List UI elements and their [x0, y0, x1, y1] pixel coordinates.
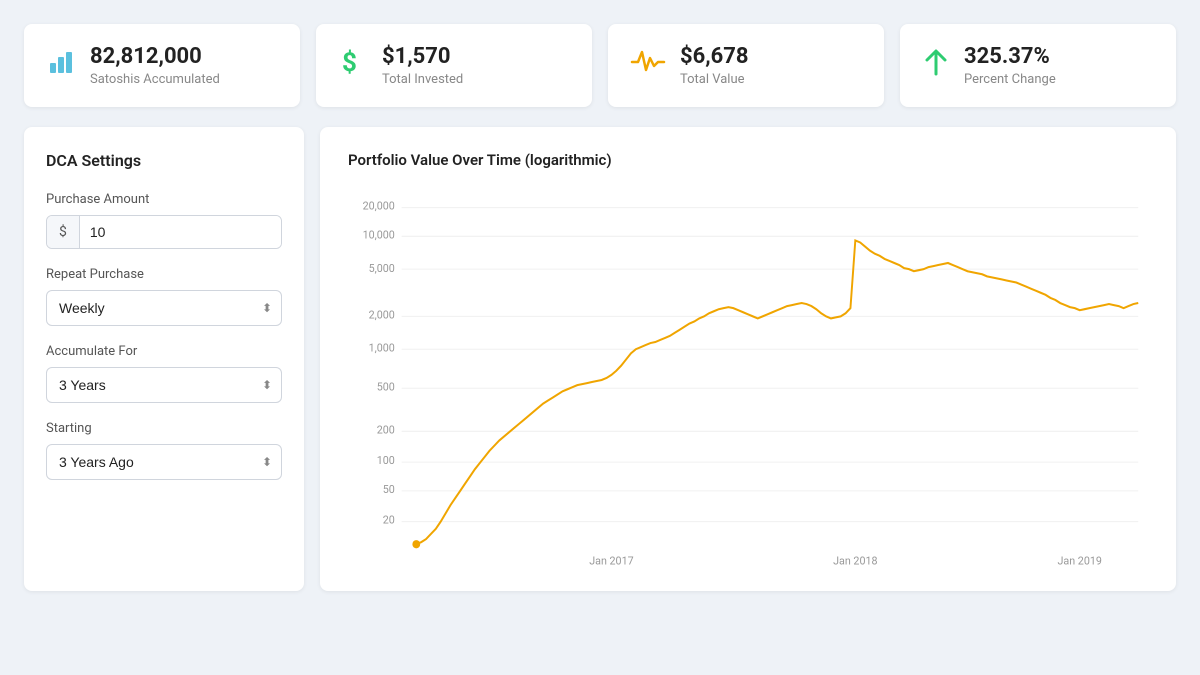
stat-card-invested: $ $1,570 Total Invested	[316, 24, 592, 107]
starting-select[interactable]: 3 Years Ago 1 Year Ago 2 Years Ago 5 Yea…	[46, 444, 282, 480]
stat-card-percent-change: 325.37% Percent Change	[900, 24, 1176, 107]
chart-svg: 20,000 10,000 5,000 2,000 1,000 500 200 …	[348, 185, 1148, 575]
accumulate-for-select[interactable]: 3 Years 1 Year 2 Years 5 Years 10 Years	[46, 367, 282, 403]
stat-card-total-value: $6,678 Total Value	[608, 24, 884, 107]
y-label-100: 100	[377, 454, 395, 467]
dca-settings-card: DCA Settings Purchase Amount $ .00 Repea…	[24, 127, 304, 591]
svg-text:$: $	[342, 48, 357, 77]
satoshis-value: 82,812,000	[90, 44, 220, 70]
starting-select-wrapper: 3 Years Ago 1 Year Ago 2 Years Ago 5 Yea…	[46, 444, 282, 480]
total-value-value: $6,678	[680, 44, 749, 70]
total-value-label: Total Value	[680, 72, 749, 87]
purchase-amount-input-group: $ .00	[46, 215, 282, 249]
y-label-200: 200	[377, 424, 395, 437]
accumulate-for-select-wrapper: 3 Years 1 Year 2 Years 5 Years 10 Years …	[46, 367, 282, 403]
invested-label: Total Invested	[382, 72, 463, 87]
chart-card: Portfolio Value Over Time (logarithmic) …	[320, 127, 1176, 591]
accumulate-for-label: Accumulate For	[46, 344, 282, 359]
dollar-icon: $	[338, 47, 368, 84]
stat-card-satoshis: 82,812,000 Satoshis Accumulated	[24, 24, 300, 107]
y-label-20: 20	[383, 514, 395, 527]
cents-suffix: .00	[281, 216, 282, 248]
y-label-10000: 10,000	[363, 229, 395, 242]
repeat-purchase-field: Repeat Purchase Weekly Daily Monthly ⬍	[46, 267, 282, 326]
starting-label: Starting	[46, 421, 282, 436]
y-label-500: 500	[377, 380, 395, 393]
accumulate-for-field: Accumulate For 3 Years 1 Year 2 Years 5 …	[46, 344, 282, 403]
portfolio-line	[416, 241, 1138, 545]
repeat-purchase-select-wrapper: Weekly Daily Monthly ⬍	[46, 290, 282, 326]
y-label-5000: 5,000	[369, 262, 395, 275]
repeat-purchase-select[interactable]: Weekly Daily Monthly	[46, 290, 282, 326]
invested-value: $1,570	[382, 44, 463, 70]
purchase-amount-label: Purchase Amount	[46, 192, 282, 207]
stats-row: 82,812,000 Satoshis Accumulated $ $1,570…	[24, 24, 1176, 107]
dollar-prefix: $	[47, 216, 80, 248]
y-label-20000: 20,000	[363, 200, 395, 213]
satoshis-label: Satoshis Accumulated	[90, 72, 220, 87]
y-label-2000: 2,000	[369, 309, 395, 322]
x-label-jan2017: Jan 2017	[589, 555, 633, 568]
y-label-50: 50	[383, 483, 395, 496]
percent-change-value: 325.37%	[964, 44, 1056, 70]
pulse-icon	[630, 48, 666, 83]
chart-title: Portfolio Value Over Time (logarithmic)	[348, 151, 1148, 169]
starting-field: Starting 3 Years Ago 1 Year Ago 2 Years …	[46, 421, 282, 480]
arrow-up-icon	[922, 46, 950, 85]
x-label-jan2019: Jan 2019	[1057, 555, 1101, 568]
chart-start-dot	[412, 540, 420, 548]
y-label-1000: 1,000	[369, 341, 395, 354]
bottom-section: DCA Settings Purchase Amount $ .00 Repea…	[24, 127, 1176, 591]
bar-chart-icon	[46, 47, 76, 84]
x-label-jan2018: Jan 2018	[833, 555, 877, 568]
purchase-amount-input[interactable]	[80, 216, 281, 248]
repeat-purchase-label: Repeat Purchase	[46, 267, 282, 282]
purchase-amount-field: Purchase Amount $ .00	[46, 192, 282, 249]
percent-change-label: Percent Change	[964, 72, 1056, 87]
chart-container: 20,000 10,000 5,000 2,000 1,000 500 200 …	[348, 185, 1148, 575]
settings-title: DCA Settings	[46, 151, 282, 170]
